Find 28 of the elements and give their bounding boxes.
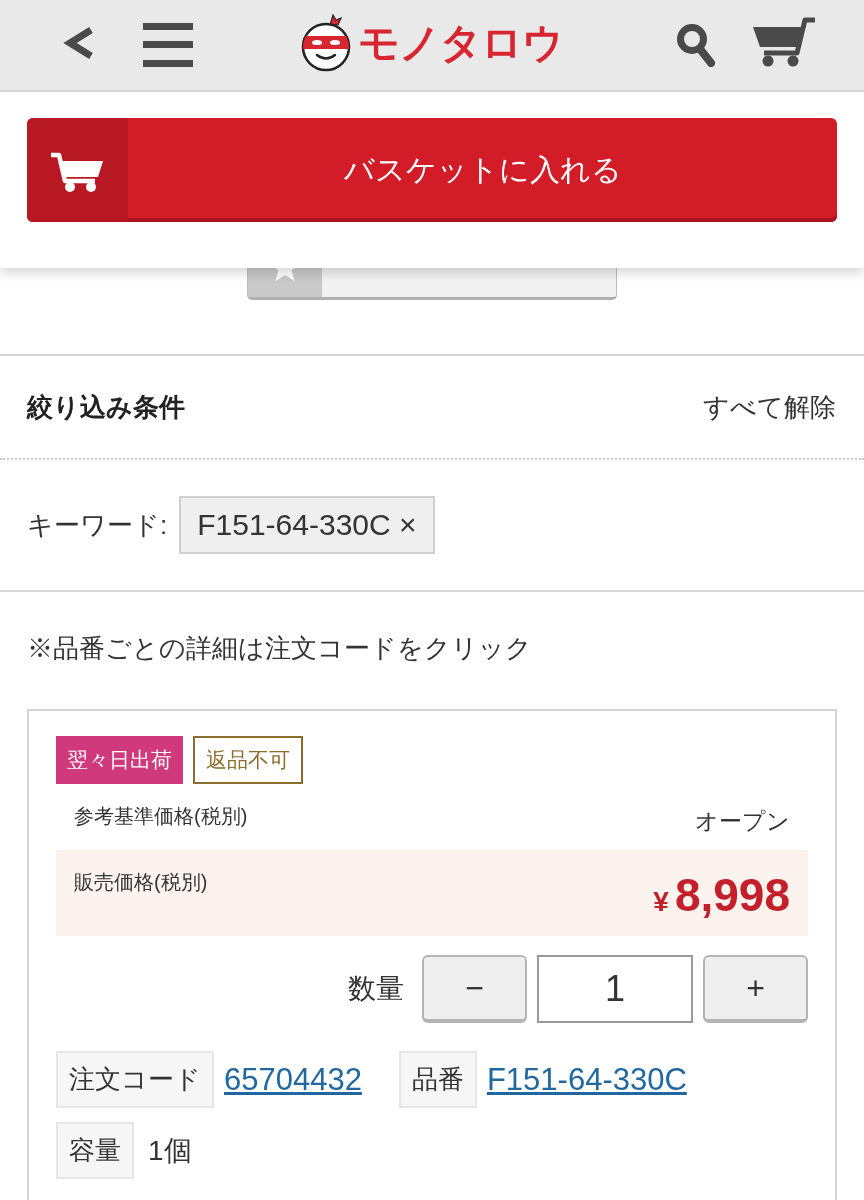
quantity-label: 数量 [348, 972, 404, 1006]
spec-link[interactable]: 65704432 [224, 1061, 362, 1098]
status-tag: 翌々日出荷 [56, 736, 183, 784]
spec-label: 容量 [56, 1122, 134, 1179]
quantity-field[interactable]: 1 [537, 955, 693, 1023]
spec-label: 品番 [398, 1051, 477, 1108]
status-tag: 返品不可 [193, 736, 303, 784]
search-icon[interactable] [676, 23, 716, 67]
keyword-label: キーワード: [27, 508, 168, 542]
add-to-basket-button[interactable]: バスケットに入れる [27, 118, 837, 222]
spec-value: 1個 [148, 1133, 192, 1168]
home-logo[interactable]: モノタロウ [300, 14, 563, 72]
menu-icon[interactable] [143, 23, 193, 67]
increase-button[interactable]: + [703, 955, 808, 1023]
sale-price-label: 販売価格(税別) [74, 870, 208, 894]
reference-price-value: オープン [695, 807, 790, 835]
sale-price: ¥8,998 [653, 872, 790, 918]
star-button[interactable] [247, 268, 617, 300]
clear-all-link[interactable]: すべて解除 [703, 389, 836, 425]
filter-title: 絞り込み条件 [27, 390, 185, 424]
spec-link[interactable]: F151-64-330C [486, 1061, 687, 1098]
instruction-text: ※品番ごとの詳細は注文コードをクリック [27, 632, 533, 665]
cart-icon[interactable] [752, 16, 816, 68]
keyword-chip[interactable]: F151-64-330C × [179, 496, 435, 554]
decrease-button[interactable]: − [422, 955, 527, 1023]
spec-label: 注文コード [56, 1051, 214, 1108]
cart-icon [27, 118, 128, 222]
reference-price-label: 参考基準価格(税別) [74, 804, 248, 828]
